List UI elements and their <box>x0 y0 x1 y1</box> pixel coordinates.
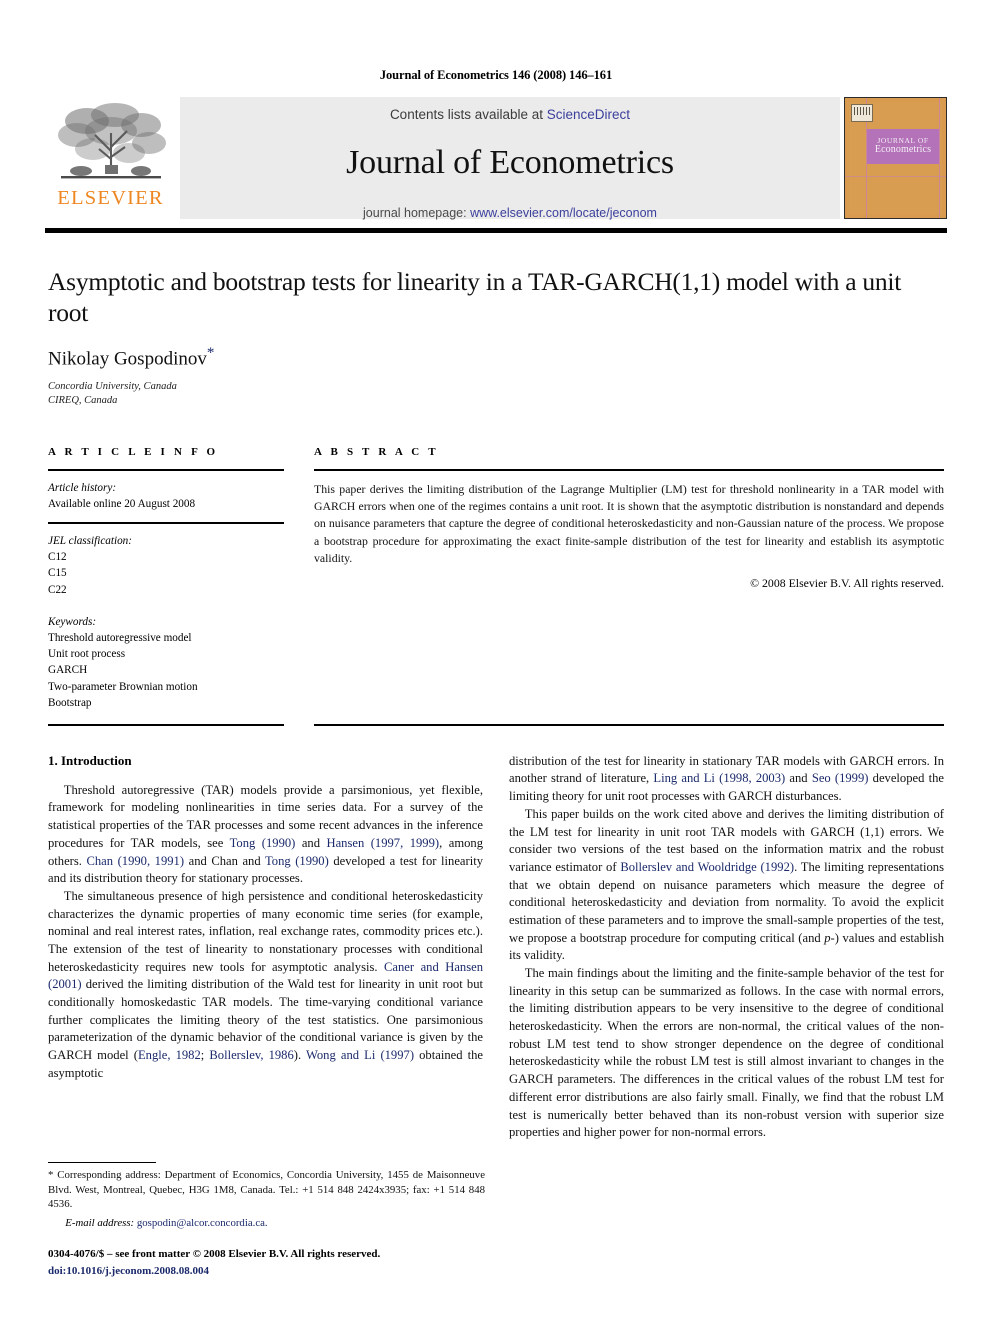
abstract-rule-top <box>314 469 944 471</box>
keywords-group: Keywords: Threshold autoregressive model… <box>48 614 284 711</box>
email-link[interactable]: gospodin@alcor.concordia.ca. <box>137 1217 268 1229</box>
keyword-item: GARCH <box>48 664 88 677</box>
cover-emblem-icon <box>851 104 873 122</box>
author-footnote-marker[interactable]: * <box>207 345 215 361</box>
masthead-divider <box>45 228 947 233</box>
journal-homepage-prefix: journal homepage: <box>363 206 471 220</box>
email-label: E-mail address: <box>65 1217 135 1229</box>
jel-classification-group: JEL classification: C12 C15 C22 <box>48 533 284 598</box>
article-info-rule-bottom <box>48 724 284 726</box>
cover-title-line2: Econometrics <box>874 144 932 156</box>
journal-name: Journal of Econometrics <box>346 144 674 181</box>
body-column-right: distribution of the test for linearity i… <box>509 753 944 1142</box>
keywords-label: Keywords: <box>48 615 97 628</box>
sciencedirect-link[interactable]: ScienceDirect <box>547 107 630 122</box>
footnote-rule <box>48 1161 156 1163</box>
keyword-item: Unit root process <box>48 648 126 661</box>
abstract-heading: A B S T R A C T <box>314 446 439 459</box>
title-block: Asymptotic and bootstrap tests for linea… <box>48 266 944 409</box>
journal-masthead: ELSEVIER Contents lists available at Sci… <box>45 97 947 220</box>
article-info-column: A R T I C L E I N F O Article history: A… <box>48 446 284 711</box>
keyword-item: Two-parameter Brownian motion <box>48 680 198 693</box>
elsevier-logo: ELSEVIER <box>45 97 176 219</box>
article-history-group: Article history: Available online 20 Aug… <box>48 480 284 512</box>
body-column-left: 1. Introduction Threshold autoregressive… <box>48 753 483 1142</box>
keywords-list: Threshold autoregressive model Unit root… <box>48 630 284 711</box>
journal-band: Contents lists available at ScienceDirec… <box>180 97 840 220</box>
section-heading-introduction: 1. Introduction <box>48 752 132 768</box>
footnote-text: Corresponding address: Department of Eco… <box>48 1168 485 1211</box>
affiliation-line-2: CIREQ, Canada <box>48 395 118 407</box>
author-label: Nikolay Gospodinov <box>48 348 207 370</box>
issn-copyright-block: 0304-4076/$ – see front matter © 2008 El… <box>48 1246 485 1279</box>
footnote-marker: * <box>48 1168 54 1181</box>
journal-homepage-line: journal homepage: www.elsevier.com/locat… <box>363 206 657 220</box>
info-abstract-row: A R T I C L E I N F O Article history: A… <box>48 446 944 711</box>
contents-available-prefix: Contents lists available at <box>389 107 547 122</box>
affiliation-line-1: Concordia University, Canada <box>48 380 177 392</box>
paragraph: The simultaneous presence of high persis… <box>48 888 484 1080</box>
paragraph: This paper builds on the work cited abov… <box>509 806 944 963</box>
journal-article-page: Journal of Econometrics 146 (2008) 146–1… <box>0 0 992 1323</box>
body-columns: 1. Introduction Threshold autoregressive… <box>48 753 944 1142</box>
paragraph: Threshold autoregressive (TAR) models pr… <box>48 782 484 886</box>
abstract-copyright: © 2008 Elsevier B.V. All rights reserved… <box>750 576 944 591</box>
jel-item: C22 <box>48 583 67 596</box>
paragraph: distribution of the test for linearity i… <box>509 753 944 804</box>
article-info-rule-mid <box>48 522 284 524</box>
article-history-value: Available online 20 August 2008 <box>48 498 196 511</box>
jel-item: C12 <box>48 551 67 564</box>
page-title: Asymptotic and bootstrap tests for linea… <box>48 267 902 328</box>
journal-homepage-link[interactable]: www.elsevier.com/locate/jeconom <box>470 206 657 220</box>
abstract-text: This paper derives the limiting distribu… <box>314 481 944 565</box>
author-name: Nikolay Gospodinov* <box>48 345 944 370</box>
running-head: Journal of Econometrics 146 (2008) 146–1… <box>379 68 613 82</box>
paragraph: The main findings about the limiting and… <box>509 966 944 1140</box>
jel-list: C12 C15 C22 <box>48 549 284 598</box>
contents-available-line: Contents lists available at ScienceDirec… <box>390 107 630 122</box>
elsevier-tree-icon <box>53 101 169 187</box>
corresponding-address-footnote: * Corresponding address: Department of E… <box>48 1168 485 1212</box>
affiliation-block: Concordia University, Canada CIREQ, Cana… <box>48 380 944 410</box>
jel-label: JEL classification: <box>48 534 133 547</box>
cover-rule-right <box>939 98 940 218</box>
keyword-item: Bootstrap <box>48 696 92 709</box>
article-history-label: Article history: <box>48 481 117 494</box>
abstract-rule-bottom <box>314 724 944 726</box>
article-info-rule-top <box>48 469 284 471</box>
section-divider-row <box>48 724 944 726</box>
footer-block: * Corresponding address: Department of E… <box>48 1161 485 1279</box>
cover-title-band: JOURNAL OF Econometrics <box>867 129 939 164</box>
keyword-item: Threshold autoregressive model <box>48 631 192 644</box>
article-info-heading: A R T I C L E I N F O <box>48 446 219 459</box>
abstract-column: A B S T R A C T This paper derives the l… <box>314 446 944 711</box>
email-line: E-mail address: gospodin@alcor.concordia… <box>48 1217 485 1229</box>
elsevier-wordmark: ELSEVIER <box>57 187 164 209</box>
journal-cover-thumbnail: JOURNAL OF Econometrics <box>844 97 947 219</box>
jel-item: C15 <box>48 567 67 580</box>
cover-rule-mid <box>845 176 946 177</box>
issn-line: 0304-4076/$ – see front matter © 2008 El… <box>48 1248 381 1260</box>
doi-link[interactable]: doi:10.1016/j.jeconom.2008.08.004 <box>48 1263 485 1280</box>
